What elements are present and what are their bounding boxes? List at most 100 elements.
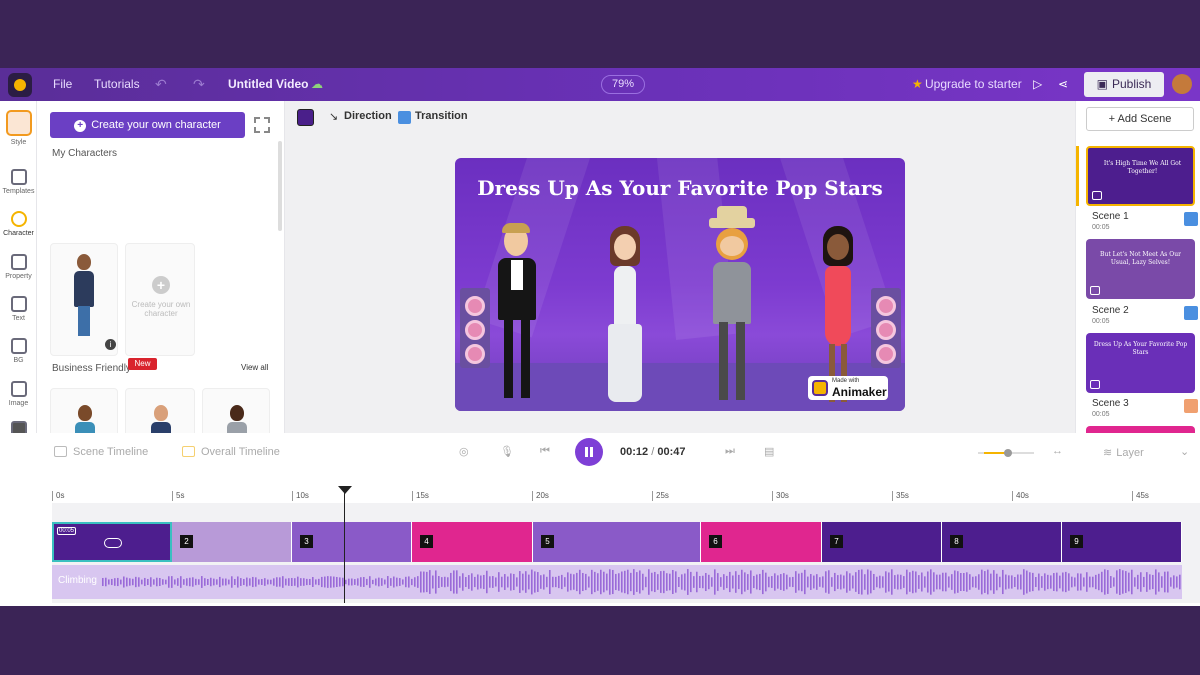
rail-item-style[interactable]: Style <box>0 109 37 149</box>
file-menu[interactable]: File <box>53 68 72 101</box>
share-icon[interactable]: ⋖ <box>1058 68 1068 101</box>
scene-thumb-2[interactable]: But Let's Not Meet As Our Usual, Lazy Se… <box>1086 239 1195 299</box>
image-icon <box>10 381 27 397</box>
bg-color-swatch[interactable] <box>297 109 314 126</box>
scene-name[interactable]: Scene 3 <box>1092 398 1129 409</box>
publish-button[interactable]: ▣ Publish <box>1084 72 1164 97</box>
more-options-icon[interactable] <box>104 538 122 548</box>
ruler-tick: 35s <box>892 491 909 501</box>
character-tuxedo-man[interactable] <box>492 223 542 406</box>
overall-timeline-icon <box>182 446 195 457</box>
transition-icon <box>398 111 411 124</box>
create-character-button[interactable]: + Create your own character <box>50 112 245 138</box>
tutorials-menu[interactable]: Tutorials <box>94 68 140 101</box>
avatar-icon <box>5 110 32 136</box>
camera-icon[interactable]: ◎ <box>459 445 473 459</box>
microphone-icon[interactable]: 🎙 <box>500 445 514 459</box>
character-hat-man[interactable] <box>705 206 759 408</box>
playhead-handle[interactable] <box>338 486 352 494</box>
scene-options-icon[interactable] <box>1184 306 1198 320</box>
character-card[interactable] <box>202 388 270 433</box>
timeline-ruler[interactable]: 0s 5s 10s 15s 20s 25s 30s 35s 40s 45s <box>52 491 1200 503</box>
text-icon <box>10 296 27 312</box>
scene-clip-4[interactable]: 4 <box>412 522 533 562</box>
user-avatar[interactable] <box>1172 74 1192 94</box>
character-card[interactable] <box>125 388 195 433</box>
scene-timeline-tab[interactable]: Scene Timeline <box>54 446 148 458</box>
direction-button[interactable]: Direction <box>344 110 392 122</box>
scene-clip-3[interactable]: 3 <box>292 522 412 562</box>
rail-item-templates[interactable]: Templates <box>0 165 37 205</box>
video-stage[interactable]: Dress Up As Your Favorite Pop Stars Made… <box>455 158 905 411</box>
scene-clip-5[interactable]: 5 <box>533 522 701 562</box>
camera-icon <box>1090 380 1100 389</box>
skip-back-icon[interactable]: ⏮ <box>540 445 554 459</box>
plus-icon: + <box>74 120 87 132</box>
scene-clip-1[interactable]: 00:05 <box>52 522 172 562</box>
overall-timeline-tab[interactable]: Overall Timeline <box>182 446 280 458</box>
scene-thumb-3[interactable]: Dress Up As Your Favorite Pop Stars <box>1086 333 1195 393</box>
add-scene-button[interactable]: + Add Scene <box>1086 107 1194 131</box>
character-card[interactable] <box>50 388 118 433</box>
timeline-zoom-slider[interactable] <box>978 449 1034 457</box>
overall-timeline-label: Overall Timeline <box>201 446 280 458</box>
cloud-save-icon: ☁ <box>311 77 323 91</box>
speaker-left <box>460 288 490 368</box>
transition-button[interactable]: Transition <box>415 110 468 122</box>
scene-clip-6[interactable]: 6 <box>701 522 822 562</box>
scene-clip-2[interactable]: 2 <box>172 522 292 562</box>
scene-clip-9[interactable]: 9 <box>1062 522 1182 562</box>
scene-options-icon[interactable] <box>1184 212 1198 226</box>
rail-item-character[interactable]: Character <box>0 207 37 247</box>
character-gown-woman[interactable] <box>600 226 650 406</box>
scene-thumb-4[interactable] <box>1086 426 1195 433</box>
scene-name[interactable]: Scene 1 <box>1092 211 1129 222</box>
animaker-logo[interactable] <box>8 73 32 97</box>
chevron-down-icon[interactable]: ⌄ <box>1180 445 1194 459</box>
ruler-tick: 0s <box>52 491 64 501</box>
business-friendly-title: Business Friendly <box>52 363 131 374</box>
rail-item-image[interactable]: Image <box>0 377 37 417</box>
ruler-tick: 40s <box>1012 491 1029 501</box>
stage-title[interactable]: Dress Up As Your Favorite Pop Stars <box>455 176 905 200</box>
scene-thumb-text: Dress Up As Your Favorite Pop Stars <box>1093 341 1188 356</box>
undo-icon[interactable]: ↶ <box>155 68 167 101</box>
view-all-link[interactable]: View all <box>241 363 268 372</box>
playhead-line[interactable] <box>344 491 345 603</box>
upgrade-link[interactable]: Upgrade to starter <box>925 68 1022 101</box>
zoom-dropdown[interactable]: 79% <box>601 75 645 94</box>
project-title[interactable]: Untitled Video <box>228 68 308 101</box>
skip-forward-icon[interactable]: ⏭ <box>725 445 739 459</box>
panel-scrollbar[interactable] <box>278 141 282 231</box>
scene-clip-7[interactable]: 7 <box>822 522 942 562</box>
clip-number: 3 <box>300 535 313 548</box>
audio-waveform <box>102 569 1181 595</box>
animaker-logo-icon <box>812 380 828 396</box>
fit-width-icon[interactable]: ↔ <box>1052 445 1066 459</box>
scene-options-icon[interactable] <box>1184 399 1198 413</box>
clip-number: 6 <box>709 535 722 548</box>
subtitles-icon[interactable]: ▤ <box>764 445 778 459</box>
character-icon <box>10 211 27 227</box>
left-icon-rail: Style Templates Character Property Text … <box>0 101 37 437</box>
clip-number: 7 <box>830 535 843 548</box>
watermark-brand: Animaker <box>832 385 887 399</box>
timeline-icon <box>54 446 67 457</box>
audio-track[interactable]: Climbing <box>52 565 1182 599</box>
scene-clip-8[interactable]: 8 <box>942 522 1062 562</box>
layer-button[interactable]: ≋ Layer <box>1103 446 1144 459</box>
time-separator: / <box>651 446 655 458</box>
scene-name[interactable]: Scene 2 <box>1092 305 1129 316</box>
info-icon[interactable]: i <box>105 339 116 350</box>
redo-icon[interactable]: ↷ <box>193 68 205 101</box>
expand-icon[interactable] <box>254 117 270 133</box>
preview-play-icon[interactable]: ▷ <box>1033 68 1042 101</box>
scene-thumb-1[interactable]: It's High Time We All Got Together! <box>1086 146 1195 206</box>
rail-item-property[interactable]: Property <box>0 250 37 290</box>
scene-thumb-text: It's High Time We All Got Together! <box>1103 160 1182 175</box>
ruler-tick: 10s <box>292 491 309 501</box>
rail-item-text[interactable]: Text <box>0 292 37 332</box>
create-character-card[interactable]: + Create your own character <box>125 243 195 356</box>
rail-item-bg[interactable]: BG <box>0 334 37 374</box>
pause-button[interactable] <box>575 438 603 466</box>
